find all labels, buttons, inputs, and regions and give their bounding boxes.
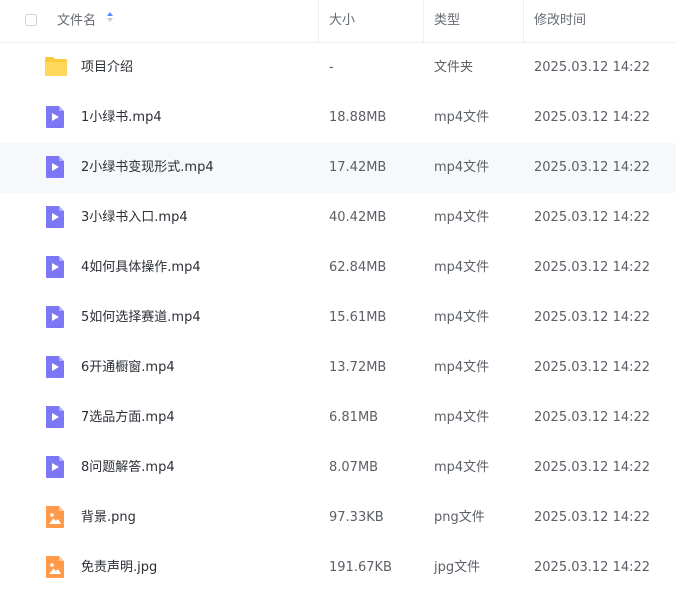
file-type: mp4文件 <box>434 310 490 325</box>
column-header-modified-label: 修改时间 <box>534 13 587 28</box>
file-modified-time: 2025.03.12 14:22 <box>534 560 651 575</box>
file-list-table: 文件名 大小 类型 修改时间 项目介绍 - 文件夹 2025.03.12 14:22 1… <box>0 0 676 593</box>
file-type: jpg文件 <box>434 560 481 575</box>
video-file-icon <box>44 155 66 179</box>
table-body: 项目介绍 - 文件夹 2025.03.12 14:22 1小绿书.mp4 18.88MB m… <box>0 43 676 593</box>
file-modified-time: 2025.03.12 14:22 <box>534 210 651 225</box>
file-modified-time: 2025.03.12 14:22 <box>534 510 651 525</box>
file-type: mp4文件 <box>434 110 490 125</box>
column-header-type-label: 类型 <box>434 13 461 28</box>
video-file-icon <box>44 405 66 429</box>
file-type: mp4文件 <box>434 160 490 175</box>
select-all-checkbox[interactable] <box>25 14 37 26</box>
table-row[interactable]: 5如何选择赛道.mp4 15.61MB mp4文件 2025.03.12 14:22 <box>0 293 676 343</box>
table-header: 文件名 大小 类型 修改时间 <box>0 0 676 43</box>
file-size: 6.81MB <box>329 410 379 425</box>
file-modified-time: 2025.03.12 14:22 <box>534 460 651 475</box>
file-size: - <box>329 60 334 75</box>
file-type: mp4文件 <box>434 360 490 375</box>
column-divider <box>423 0 424 42</box>
video-file-icon <box>44 205 66 229</box>
table-row[interactable]: 背景.png 97.33KB png文件 2025.03.12 14:22 <box>0 493 676 543</box>
image-file-icon <box>44 555 66 579</box>
file-type: 文件夹 <box>434 60 474 75</box>
table-row[interactable]: 项目介绍 - 文件夹 2025.03.12 14:22 <box>0 43 676 93</box>
file-size: 17.42MB <box>329 160 387 175</box>
file-type: mp4文件 <box>434 410 490 425</box>
file-size: 18.88MB <box>329 110 387 125</box>
file-name[interactable]: 6开通橱窗.mp4 <box>81 343 175 393</box>
column-header-name[interactable]: 文件名 <box>57 0 114 42</box>
file-modified-time: 2025.03.12 14:22 <box>534 110 651 125</box>
file-modified-time: 2025.03.12 14:22 <box>534 60 651 75</box>
file-type: mp4文件 <box>434 460 490 475</box>
column-header-name-label: 文件名 <box>57 13 97 29</box>
file-name[interactable]: 背景.png <box>81 493 136 543</box>
file-modified-time: 2025.03.12 14:22 <box>534 310 651 325</box>
file-modified-time: 2025.03.12 14:22 <box>534 360 651 375</box>
column-header-size[interactable]: 大小 <box>329 0 355 42</box>
file-name[interactable]: 4如何具体操作.mp4 <box>81 243 201 293</box>
table-row[interactable]: 7选品方面.mp4 6.81MB mp4文件 2025.03.12 14:22 <box>0 393 676 443</box>
table-row[interactable]: 2小绿书变现形式.mp4 17.42MB mp4文件 2025.03.12 14:22 <box>0 143 676 193</box>
table-row[interactable]: 4如何具体操作.mp4 62.84MB mp4文件 2025.03.12 14:22 <box>0 243 676 293</box>
file-name[interactable]: 7选品方面.mp4 <box>81 393 175 443</box>
file-type: png文件 <box>434 510 485 525</box>
table-row[interactable]: 免责声明.jpg 191.67KB jpg文件 2025.03.12 14:22 <box>0 543 676 593</box>
file-modified-time: 2025.03.12 14:22 <box>534 410 651 425</box>
file-size: 40.42MB <box>329 210 387 225</box>
file-modified-time: 2025.03.12 14:22 <box>534 260 651 275</box>
file-size: 15.61MB <box>329 310 387 325</box>
file-name[interactable]: 项目介绍 <box>81 43 133 93</box>
file-size: 8.07MB <box>329 460 379 475</box>
table-row[interactable]: 3小绿书入口.mp4 40.42MB mp4文件 2025.03.12 14:22 <box>0 193 676 243</box>
file-size: 62.84MB <box>329 260 387 275</box>
file-size: 13.72MB <box>329 360 387 375</box>
image-file-icon <box>44 505 66 529</box>
file-type: mp4文件 <box>434 260 490 275</box>
file-name[interactable]: 8问题解答.mp4 <box>81 443 175 493</box>
column-header-modified[interactable]: 修改时间 <box>534 0 586 42</box>
table-row[interactable]: 6开通橱窗.mp4 13.72MB mp4文件 2025.03.12 14:22 <box>0 343 676 393</box>
column-divider <box>523 0 524 42</box>
file-size: 97.33KB <box>329 510 384 525</box>
video-file-icon <box>44 105 66 129</box>
table-row[interactable]: 1小绿书.mp4 18.88MB mp4文件 2025.03.12 14:22 <box>0 93 676 143</box>
video-file-icon <box>44 255 66 279</box>
file-modified-time: 2025.03.12 14:22 <box>534 160 651 175</box>
file-name[interactable]: 5如何选择赛道.mp4 <box>81 293 201 343</box>
table-row[interactable]: 8问题解答.mp4 8.07MB mp4文件 2025.03.12 14:22 <box>0 443 676 493</box>
sort-icon[interactable] <box>106 0 114 41</box>
video-file-icon <box>44 355 66 379</box>
file-name[interactable]: 免责声明.jpg <box>81 543 157 593</box>
file-name[interactable]: 2小绿书变现形式.mp4 <box>81 143 214 193</box>
column-header-type[interactable]: 类型 <box>434 0 460 42</box>
column-divider <box>318 0 319 42</box>
folder-icon <box>44 55 67 79</box>
video-file-icon <box>44 305 66 329</box>
video-file-icon <box>44 455 66 479</box>
file-name[interactable]: 1小绿书.mp4 <box>81 93 162 143</box>
file-size: 191.67KB <box>329 560 392 575</box>
column-header-size-label: 大小 <box>329 13 356 28</box>
file-type: mp4文件 <box>434 210 490 225</box>
file-name[interactable]: 3小绿书入口.mp4 <box>81 193 188 243</box>
